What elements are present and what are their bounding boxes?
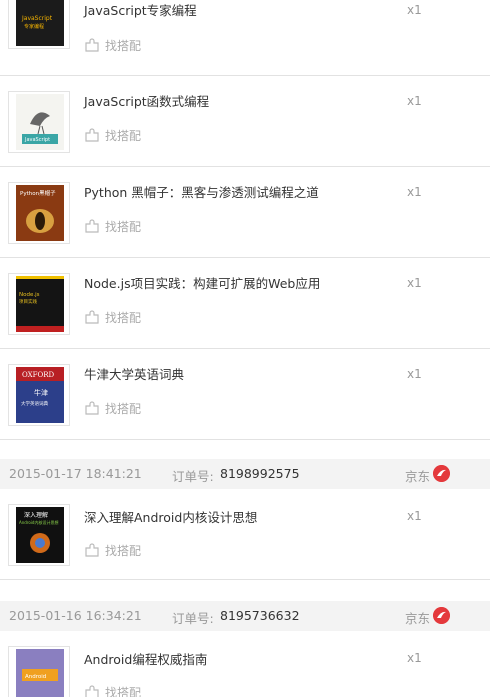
item-title[interactable]: Android编程权威指南 (84, 649, 207, 668)
order-item[interactable]: Android Android编程权威指南 x1 找搭配 (0, 631, 490, 697)
svg-text:Android: Android (25, 674, 46, 680)
order-item[interactable]: 深入理解 Android内核设计思想 深入理解Android内核设计思想 x1 … (0, 489, 490, 580)
book-cover[interactable]: Android (8, 646, 70, 697)
book-cover[interactable]: JavaScript (8, 91, 70, 153)
svg-text:大学英语词典: 大学英语词典 (21, 400, 48, 407)
book-cover[interactable]: 深入理解 Android内核设计思想 (8, 504, 70, 566)
svg-text:深入理解: 深入理解 (24, 511, 48, 519)
find-match-label: 找搭配 (105, 38, 142, 53)
svg-text:JavaScript: JavaScript (21, 15, 53, 22)
order-number: 8198992575 (220, 466, 300, 481)
order-item[interactable]: Node.js 项目实践 Node.js项目实践：构建可扩展的Web应用 x1 … (0, 258, 490, 349)
book-cover[interactable]: Node.js 项目实践 (8, 273, 70, 335)
item-title[interactable]: 牛津大学英语词典 (84, 364, 184, 383)
item-title[interactable]: 深入理解Android内核设计思想 (84, 507, 257, 526)
svg-text:JavaScript: JavaScript (24, 137, 50, 143)
book-cover-image: Android (16, 649, 64, 697)
item-quantity: x1 (407, 367, 422, 381)
svg-text:Node.js: Node.js (19, 292, 40, 298)
item-quantity: x1 (407, 3, 422, 17)
item-quantity: x1 (407, 509, 422, 523)
puzzle-icon (85, 128, 99, 142)
puzzle-icon (85, 543, 99, 557)
find-match-label: 找搭配 (105, 543, 142, 558)
puzzle-icon (85, 219, 99, 233)
order-number: 8195736632 (220, 608, 300, 623)
item-quantity: x1 (407, 651, 422, 665)
item-quantity: x1 (407, 185, 422, 199)
find-match-button[interactable]: 找搭配 (84, 541, 141, 559)
book-cover-image: JavaScript (16, 94, 64, 150)
find-match-label: 找搭配 (105, 401, 142, 416)
svg-text:OXFORD: OXFORD (22, 371, 54, 379)
jd-logo-icon (433, 465, 450, 482)
find-match-label: 找搭配 (105, 685, 142, 697)
find-match-button[interactable]: 找搭配 (84, 399, 141, 417)
shop-name: 京东 (405, 611, 431, 626)
order-item[interactable]: Python黑帽子 Python 黑帽子：黑客与渗透测试编程之道 x1 找搭配 (0, 167, 490, 258)
order-number-label: 订单号: (172, 469, 214, 484)
order-number-label: 订单号: (172, 611, 214, 626)
order-date: 2015-01-17 18:41:21 (9, 466, 142, 481)
item-title[interactable]: Python 黑帽子：黑客与渗透测试编程之道 (84, 182, 319, 201)
order-header: 2015-01-17 18:41:21 订单号: 8198992575 京东 (0, 459, 490, 489)
find-match-button[interactable]: 找搭配 (84, 36, 141, 54)
book-cover-image: Node.js 项目实践 (16, 276, 64, 332)
order-date: 2015-01-16 16:34:21 (9, 608, 142, 623)
order-item[interactable]: JavaScript 专家编程 JavaScript专家编程 x1 找搭配 (0, 0, 490, 76)
book-cover[interactable]: OXFORD 牛津 大学英语词典 (8, 364, 70, 426)
puzzle-icon (85, 310, 99, 324)
item-quantity: x1 (407, 94, 422, 108)
book-cover[interactable]: Python黑帽子 (8, 182, 70, 244)
order-item[interactable]: OXFORD 牛津 大学英语词典 牛津大学英语词典 x1 找搭配 (0, 349, 490, 440)
svg-text:专家编程: 专家编程 (24, 23, 44, 30)
find-match-label: 找搭配 (105, 219, 142, 234)
order-header: 2015-01-16 16:34:21 订单号: 8195736632 京东 (0, 601, 490, 631)
find-match-label: 找搭配 (105, 128, 142, 143)
book-cover-image: JavaScript 专家编程 (16, 0, 64, 46)
puzzle-icon (85, 401, 99, 415)
item-quantity: x1 (407, 276, 422, 290)
svg-text:Android内核设计思想: Android内核设计思想 (19, 519, 58, 525)
find-match-label: 找搭配 (105, 310, 142, 325)
puzzle-icon (85, 38, 99, 52)
find-match-button[interactable]: 找搭配 (84, 683, 141, 697)
book-cover-image: Python黑帽子 (16, 185, 64, 241)
svg-text:项目实践: 项目实践 (19, 298, 37, 305)
find-match-button[interactable]: 找搭配 (84, 217, 141, 235)
shop-name: 京东 (405, 469, 431, 484)
book-cover-image: OXFORD 牛津 大学英语词典 (16, 367, 64, 423)
jd-logo-icon (433, 607, 450, 624)
svg-text:Python黑帽子: Python黑帽子 (20, 189, 56, 197)
book-cover[interactable]: JavaScript 专家编程 (8, 0, 70, 49)
find-match-button[interactable]: 找搭配 (84, 308, 141, 326)
item-title[interactable]: JavaScript专家编程 (84, 0, 197, 19)
order-item[interactable]: JavaScript JavaScript函数式编程 x1 找搭配 (0, 76, 490, 167)
find-match-button[interactable]: 找搭配 (84, 126, 141, 144)
svg-text:牛津: 牛津 (34, 388, 48, 397)
item-title[interactable]: JavaScript函数式编程 (84, 91, 209, 110)
item-title[interactable]: Node.js项目实践：构建可扩展的Web应用 (84, 273, 320, 292)
book-cover-image: 深入理解 Android内核设计思想 (16, 507, 64, 563)
puzzle-icon (85, 685, 99, 697)
